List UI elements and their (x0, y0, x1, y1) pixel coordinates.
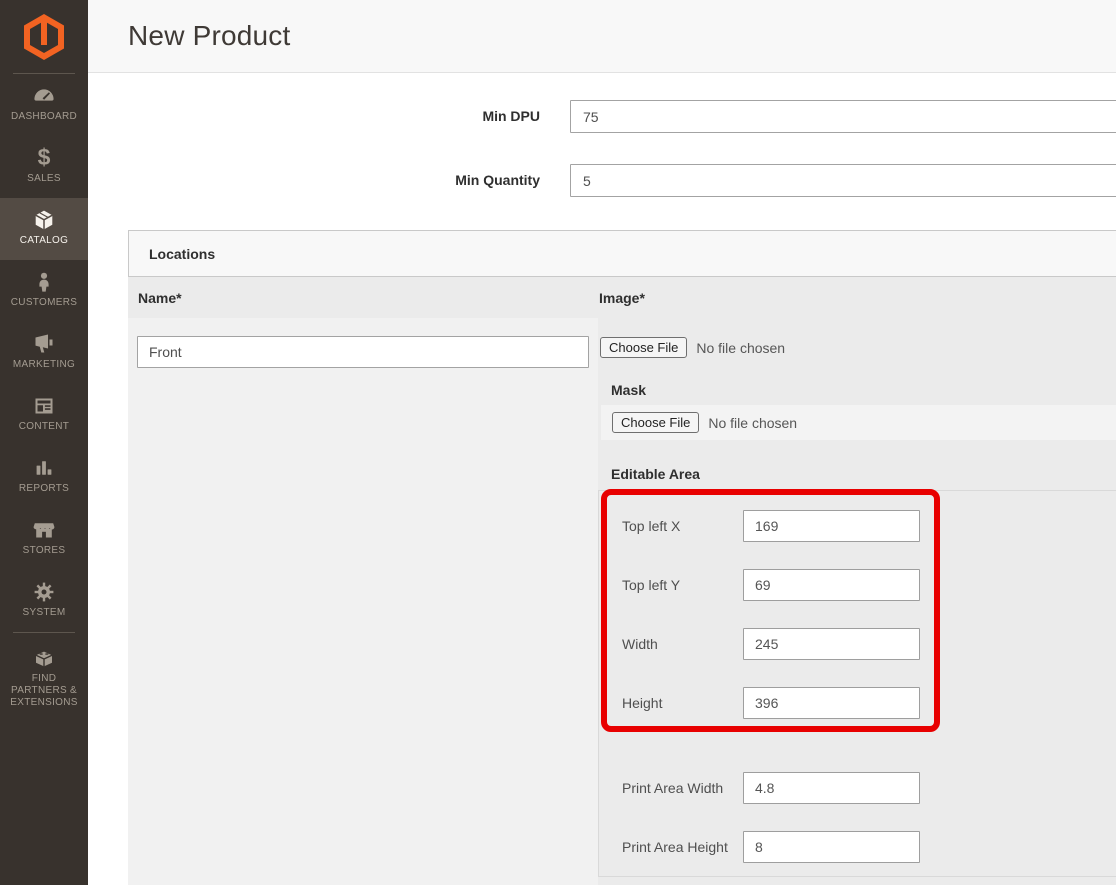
page-header: New Product (88, 0, 1116, 73)
sidebar-item-label: DASHBOARD (3, 111, 85, 123)
marketing-icon (32, 330, 56, 357)
sidebar-item-system[interactable]: SYSTEM (0, 570, 88, 632)
locations-header: Locations (128, 230, 1116, 277)
catalog-icon (32, 206, 56, 233)
locations-panel: Locations Name* Image* Choose File No fi… (128, 230, 1116, 885)
image-file-status: No file chosen (696, 340, 785, 356)
magento-admin-page: DASHBOARD $ SALES CATALOG CUSTOMERS (0, 0, 1116, 885)
top-left-x-label: Top left X (622, 518, 743, 534)
sales-icon: $ (38, 144, 51, 171)
sidebar-divider (13, 632, 75, 633)
mask-file-status: No file chosen (708, 415, 797, 431)
print-area-width-row: Print Area Width (622, 772, 920, 804)
sidebar-item-catalog[interactable]: CATALOG (0, 198, 88, 260)
sidebar-item-label: MARKETING (3, 359, 85, 371)
location-name-cell (128, 318, 598, 885)
width-input[interactable] (743, 628, 920, 660)
print-area-height-label: Print Area Height (622, 839, 743, 855)
print-area-width-input[interactable] (743, 772, 920, 804)
print-area-height-input[interactable] (743, 831, 920, 863)
sidebar-item-marketing[interactable]: MARKETING (0, 322, 88, 384)
sidebar: DASHBOARD $ SALES CATALOG CUSTOMERS (0, 0, 88, 885)
sidebar-item-label: REPORTS (3, 483, 85, 495)
sidebar-item-label: FIND PARTNERS & EXTENSIONS (3, 673, 85, 709)
sidebar-item-stores[interactable]: STORES (0, 508, 88, 570)
customers-icon (32, 268, 56, 295)
main-content: New Product Min DPU Min Quantity Locatio… (88, 0, 1116, 885)
sidebar-item-label: CATALOG (3, 235, 85, 247)
top-left-y-label: Top left Y (622, 577, 743, 593)
min-dpu-label: Min DPU (88, 108, 540, 124)
sidebar-item-customers[interactable]: CUSTOMERS (0, 260, 88, 322)
height-row: Height (622, 687, 920, 719)
sidebar-item-label: SYSTEM (3, 607, 85, 619)
location-row: Choose File No file chosen Mask Choose F… (128, 318, 1116, 885)
mask-file-row: Choose File No file chosen (612, 412, 797, 433)
sidebar-item-content[interactable]: CONTENT (0, 384, 88, 446)
image-column-header: Image* (599, 290, 645, 306)
min-quantity-label: Min Quantity (88, 172, 540, 188)
min-quantity-input[interactable] (570, 164, 1116, 197)
image-file-row: Choose File No file chosen (600, 337, 785, 358)
top-left-x-row: Top left X (622, 510, 920, 542)
image-choose-file-button[interactable]: Choose File (600, 337, 687, 358)
system-icon (32, 578, 56, 605)
location-name-input[interactable] (137, 336, 589, 368)
locations-column-headers: Name* Image* (128, 277, 1116, 318)
sidebar-item-label: CONTENT (3, 421, 85, 433)
sidebar-item-find-partners-extensions[interactable]: FIND PARTNERS & EXTENSIONS (0, 639, 88, 701)
sidebar-item-label: STORES (3, 545, 85, 557)
sidebar-item-reports[interactable]: REPORTS (0, 446, 88, 508)
magento-logo-icon (24, 14, 64, 60)
page-title: New Product (88, 0, 1116, 52)
name-column-header: Name* (138, 290, 182, 306)
mask-choose-file-button[interactable]: Choose File (612, 412, 699, 433)
height-input[interactable] (743, 687, 920, 719)
sidebar-item-label: SALES (3, 173, 85, 185)
width-label: Width (622, 636, 743, 652)
extensions-icon (32, 647, 56, 671)
height-label: Height (622, 695, 743, 711)
dashboard-icon (32, 82, 56, 109)
top-left-y-row: Top left Y (622, 569, 920, 601)
top-left-y-input[interactable] (743, 569, 920, 601)
editable-area-label: Editable Area (611, 466, 700, 482)
mask-label: Mask (611, 382, 646, 398)
sidebar-item-dashboard[interactable]: DASHBOARD (0, 74, 88, 136)
print-area-width-label: Print Area Width (622, 780, 743, 796)
location-image-cell: Choose File No file chosen Mask Choose F… (598, 318, 1116, 885)
magento-logo[interactable] (0, 0, 88, 74)
width-row: Width (622, 628, 920, 660)
stores-icon (32, 516, 56, 543)
content-icon (32, 392, 56, 419)
top-left-x-input[interactable] (743, 510, 920, 542)
locations-title: Locations (129, 246, 215, 262)
min-dpu-input[interactable] (570, 100, 1116, 133)
reports-icon (32, 454, 56, 481)
print-area-height-row: Print Area Height (622, 831, 920, 863)
sidebar-item-label: CUSTOMERS (3, 297, 85, 309)
editable-area-fieldset (598, 490, 1116, 877)
sidebar-nav: DASHBOARD $ SALES CATALOG CUSTOMERS (0, 74, 88, 701)
sidebar-item-sales[interactable]: $ SALES (0, 136, 88, 198)
